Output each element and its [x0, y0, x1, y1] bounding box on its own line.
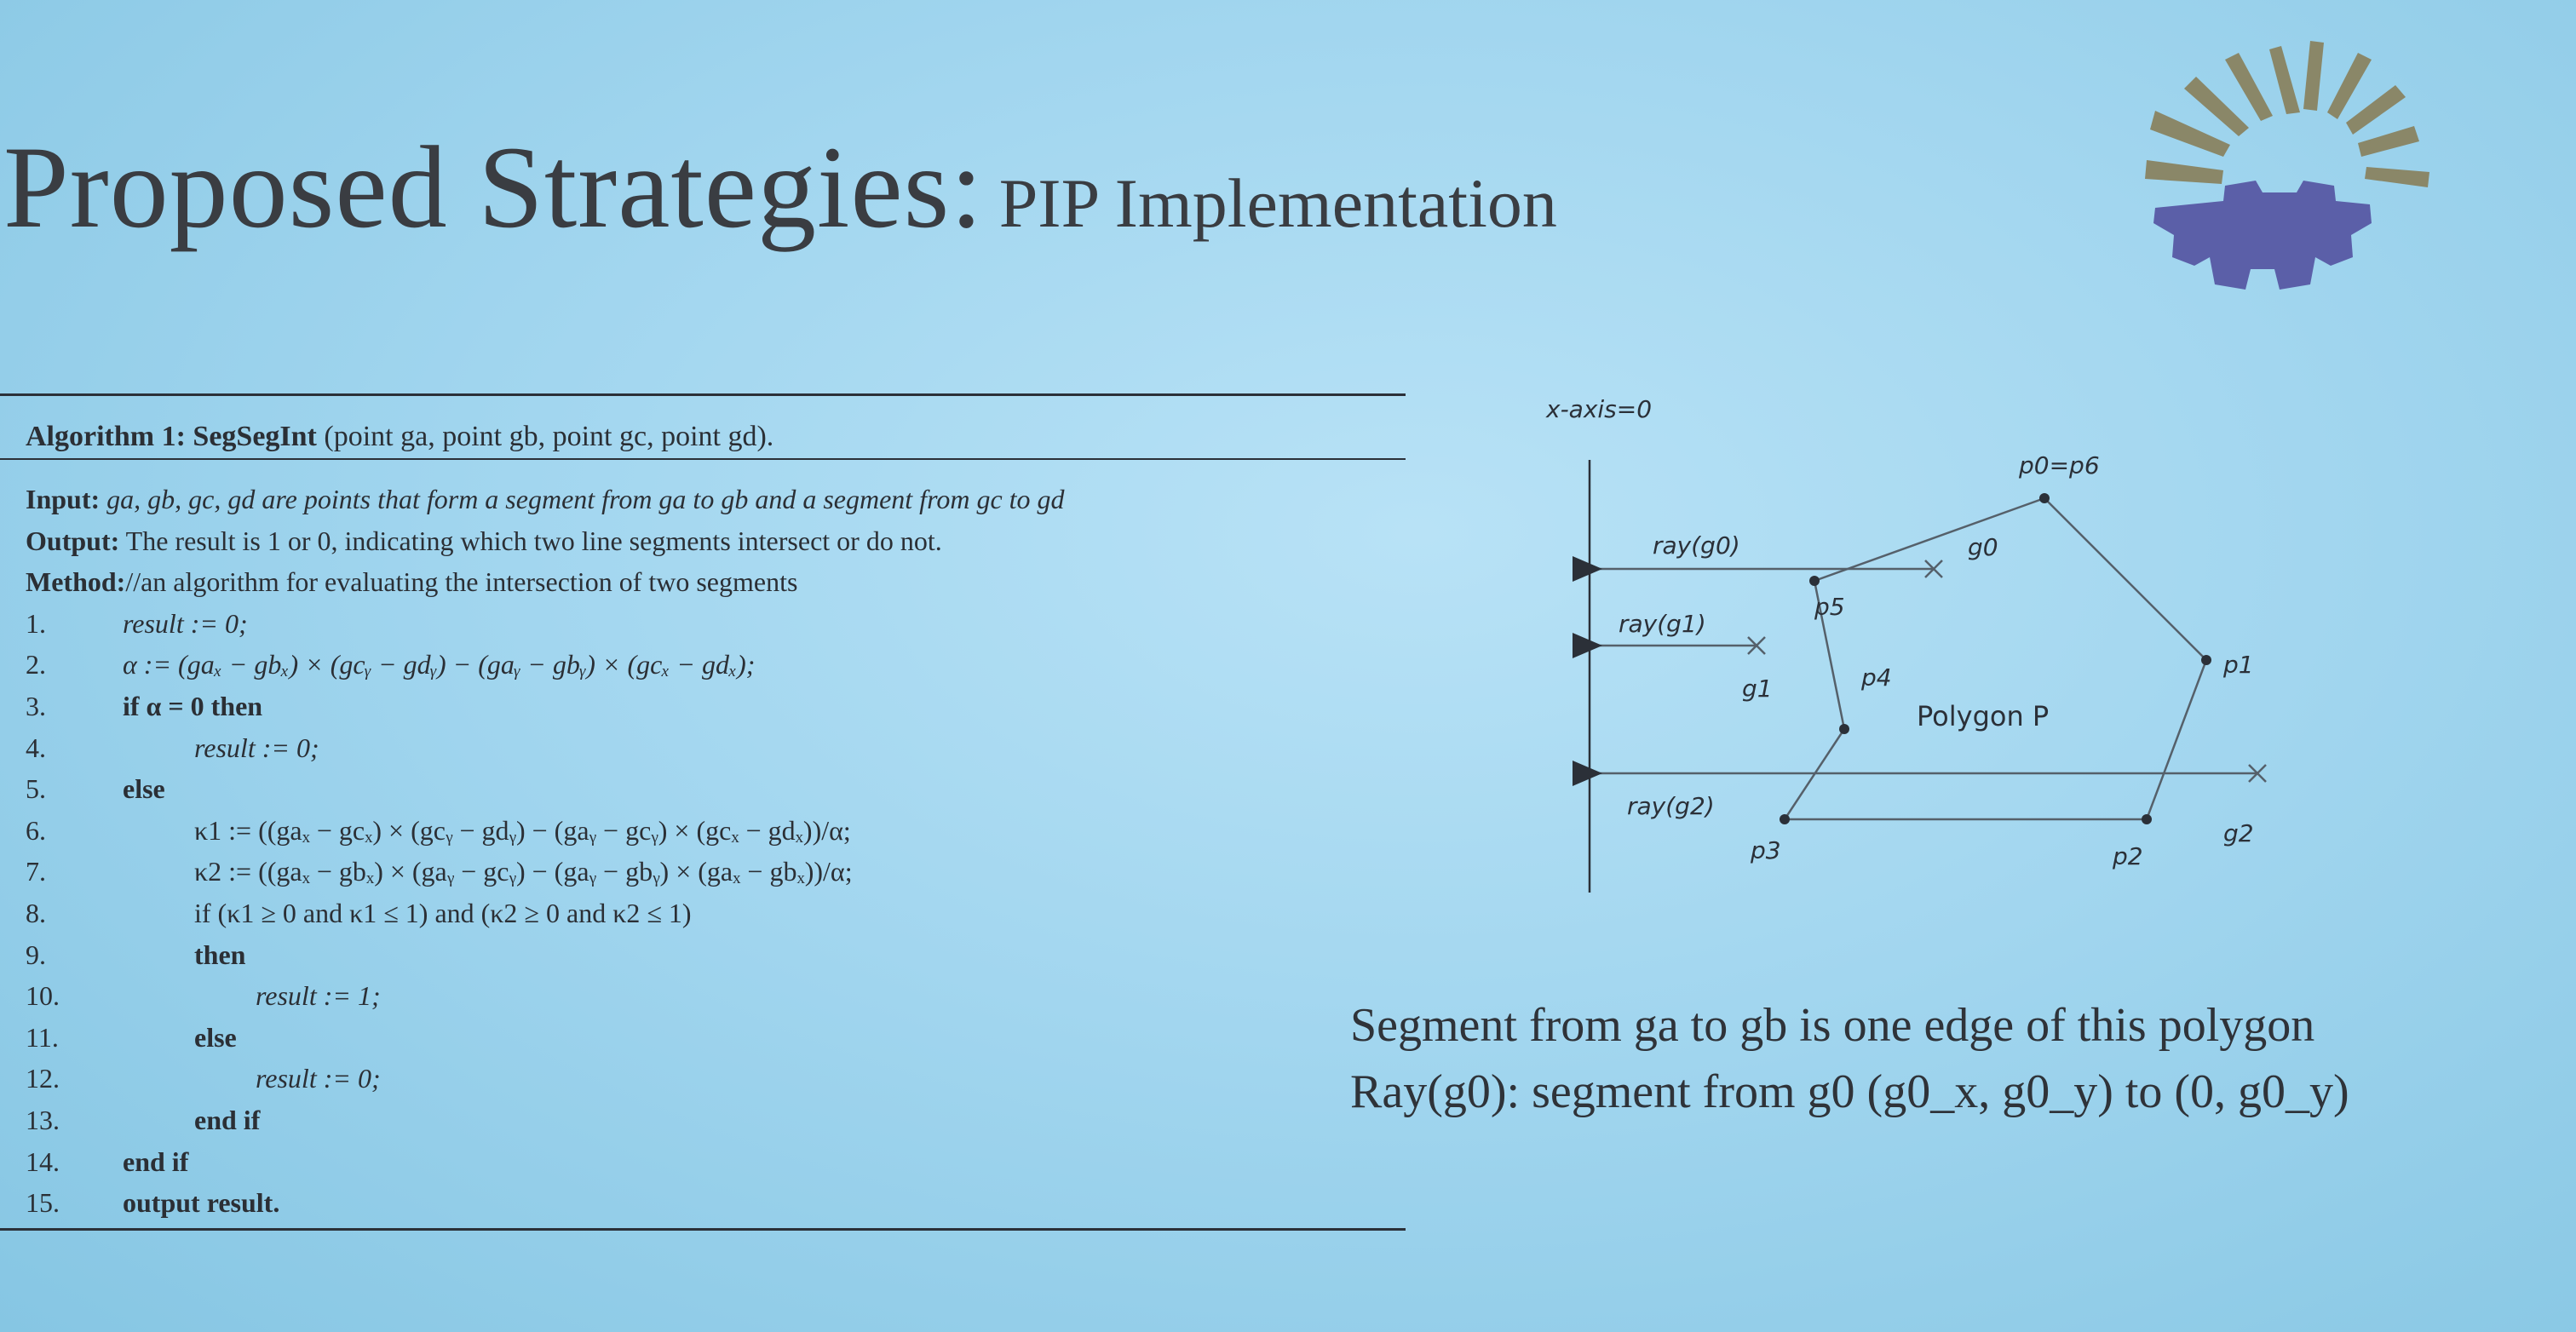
method-text: //an algorithm for evaluating the inters… — [125, 566, 798, 598]
title-main: Proposed Strategies: — [3, 122, 984, 252]
caption-line-1: Segment from ga to gb is one edge of thi… — [1350, 999, 2315, 1052]
algorithm-header: Algorithm 1: SegSegInt (point ga, point … — [26, 421, 773, 453]
vertex-p2 — [2142, 814, 2152, 824]
algo-line: 10. result := 1; — [26, 975, 1065, 1017]
output-label: Output: — [26, 525, 120, 556]
method-label: Method: — [26, 566, 126, 598]
algo-line: 9. then — [26, 934, 1065, 976]
line-text: end if — [194, 1104, 261, 1135]
algo-line: 5. else — [26, 768, 1065, 810]
label-g2: g2 — [2223, 819, 2254, 847]
slide-title: Proposed Strategies: PIP Implementation — [3, 119, 1557, 255]
line-number: 11. — [26, 1021, 59, 1053]
input-text: ga, gb, gc, gd are points that form a se… — [106, 484, 1065, 514]
algo-output: Output: The result is 1 or 0, indicating… — [26, 520, 1065, 562]
line-number: 13. — [26, 1104, 60, 1135]
sunburst-gear-logo — [2130, 34, 2436, 315]
algorithm-title: Algorithm 1: SegSegInt — [26, 421, 317, 452]
label-p2: p2 — [2112, 842, 2143, 870]
line-number: 3. — [26, 690, 46, 721]
line-text: α := (gaₓ − gbₓ) × (gcᵧ − gdᵧ) − (gaᵧ − … — [123, 649, 756, 680]
line-number: 9. — [26, 939, 46, 970]
line-text: else — [194, 1021, 237, 1053]
line-number: 12. — [26, 1063, 60, 1094]
line-number: 8. — [26, 897, 46, 928]
output-text: The result is 1 or 0, indicating which t… — [125, 525, 942, 556]
line-number: 5. — [26, 773, 46, 805]
line-number: 15. — [26, 1187, 60, 1219]
algo-line: 6. κ1 := ((gaₓ − gcₓ) × (gcᵧ − gdᵧ) − (ga… — [26, 810, 1065, 852]
algo-header-rule — [0, 458, 1406, 460]
vertex-p3 — [1780, 814, 1790, 824]
label-ray-g1: ray(g1) — [1619, 610, 1706, 638]
algo-line: 15. output result. — [26, 1182, 1065, 1224]
algo-line: 8. if (κ1 ≥ 0 and κ1 ≤ 1) and (κ2 ≥ 0 and… — [26, 893, 1065, 934]
line-number: 10. — [26, 980, 60, 1012]
vertex-p5 — [1809, 576, 1820, 586]
algo-line: 12. result := 0; — [26, 1058, 1065, 1099]
line-number: 2. — [26, 649, 46, 680]
label-p3: p3 — [1750, 836, 1781, 864]
line-text: then — [194, 939, 246, 970]
label-p1: p1 — [2222, 651, 2254, 679]
diagram-caption: Segment from ga to gb is one edge of thi… — [1350, 992, 2349, 1125]
algo-line: 7. κ2 := ((gaₓ − gbₓ) × (gaᵧ − gcᵧ) − (ga… — [26, 851, 1065, 893]
line-text: output result. — [123, 1187, 280, 1219]
algo-line: 3. if α = 0 then — [26, 686, 1065, 727]
algo-line: 1. result := 0; — [26, 603, 1065, 645]
algo-line: 13. end if — [26, 1099, 1065, 1141]
label-polygon: Polygon P — [1917, 700, 2049, 732]
algo-line: 14. end if — [26, 1141, 1065, 1183]
line-text: result := 0; — [123, 607, 248, 639]
algo-line: 4. result := 0; — [26, 727, 1065, 769]
caption-line-2: Ray(g0): segment from g0 (g0_x, g0_y) to… — [1350, 1065, 2349, 1118]
line-number: 7. — [26, 856, 46, 887]
algorithm-body: Input: ga, gb, gc, gd are points that fo… — [26, 479, 1065, 1224]
line-text: if (κ1 ≥ 0 and κ1 ≤ 1) and (κ2 ≥ 0 and κ… — [194, 897, 692, 928]
axis-label: x-axis=0 — [1545, 395, 1652, 423]
line-text: else — [123, 773, 165, 805]
title-sub: PIP Implementation — [998, 164, 1557, 242]
line-number: 6. — [26, 814, 46, 846]
label-p5: p5 — [1814, 593, 1845, 621]
line-number: 4. — [26, 732, 46, 763]
algo-input: Input: ga, gb, gc, gd are points that fo… — [26, 479, 1065, 520]
algo-line: 2. α := (gaₓ − gbₓ) × (gcᵧ − gdᵧ) − (gaᵧ … — [26, 644, 1065, 686]
line-text: result := 1; — [256, 980, 381, 1012]
algo-line: 11. else — [26, 1017, 1065, 1059]
line-text: result := 0; — [194, 732, 319, 763]
input-label: Input: — [26, 484, 101, 514]
algo-bottom-rule — [0, 1228, 1406, 1231]
algo-method: Method://an algorithm for evaluating the… — [26, 561, 1065, 603]
pip-diagram: x-axis=0 p0=p6 p1 p2 p3 p4 p5 g0 g1 g2 r… — [1533, 392, 2453, 903]
vertex-p0 — [2039, 493, 2050, 503]
line-text: κ1 := ((gaₓ − gcₓ) × (gcᵧ − gdᵧ) − (gaᵧ … — [194, 814, 851, 846]
label-g0: g0 — [1968, 533, 1998, 561]
line-text: κ2 := ((gaₓ − gbₓ) × (gaᵧ − gcᵧ) − (gaᵧ … — [194, 856, 853, 887]
label-p4: p4 — [1860, 663, 1892, 692]
vertex-p4 — [1839, 724, 1849, 734]
line-number: 14. — [26, 1145, 60, 1177]
label-g1: g1 — [1742, 675, 1773, 703]
algo-top-rule — [0, 393, 1406, 396]
algorithm-params: (point ga, point gb, point gc, point gd)… — [324, 421, 774, 452]
line-text: result := 0; — [256, 1063, 381, 1094]
label-p0-p6: p0=p6 — [2018, 451, 2100, 479]
label-ray-g0: ray(g0) — [1653, 531, 1740, 560]
line-text: end if — [123, 1145, 189, 1177]
line-text: if α = 0 then — [123, 690, 263, 721]
line-number: 1. — [26, 607, 46, 639]
label-ray-g2: ray(g2) — [1627, 792, 1715, 820]
vertex-p1 — [2201, 655, 2211, 665]
